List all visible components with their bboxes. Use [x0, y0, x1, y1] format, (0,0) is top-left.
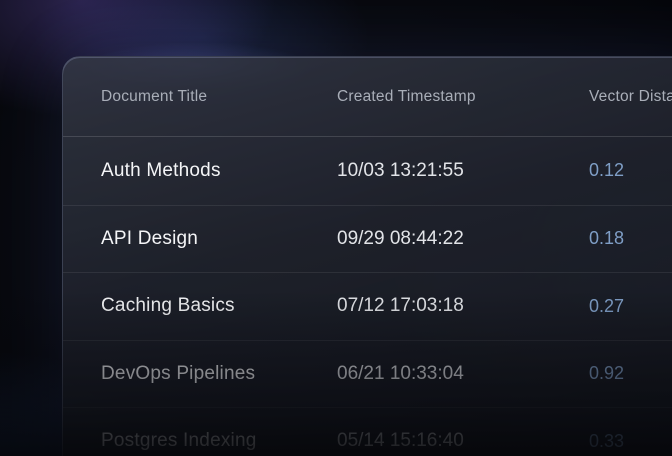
column-header-vector-distance: Vector Distance — [589, 88, 672, 106]
column-header-created-timestamp: Created Timestamp — [337, 88, 589, 106]
created-timestamp-cell: 06/21 10:33:04 — [337, 363, 589, 385]
documents-table-card: Document Title Created Timestamp Vector … — [62, 56, 672, 456]
document-title-cell: Auth Methods — [101, 160, 337, 182]
created-timestamp-cell: 07/12 17:03:18 — [337, 295, 589, 317]
vector-distance-cell: 0.92 — [589, 363, 672, 384]
document-title-cell: API Design — [101, 228, 337, 250]
table-row[interactable]: DevOps Pipelines 06/21 10:33:04 0.92 — [63, 340, 672, 408]
vector-distance-cell: 0.33 — [589, 431, 672, 452]
document-title-cell: Caching Basics — [101, 295, 337, 317]
table-row[interactable]: Caching Basics 07/12 17:03:18 0.27 — [63, 272, 672, 340]
table-row[interactable]: API Design 09/29 08:44:22 0.18 — [63, 205, 672, 273]
vector-distance-cell: 0.12 — [589, 160, 672, 181]
created-timestamp-cell: 05/14 15:16:40 — [337, 430, 589, 452]
document-title-cell: DevOps Pipelines — [101, 363, 337, 385]
table-row[interactable]: Postgres Indexing 05/14 15:16:40 0.33 — [63, 407, 672, 456]
vector-distance-cell: 0.27 — [589, 296, 672, 317]
column-header-document-title: Document Title — [101, 88, 337, 106]
created-timestamp-cell: 09/29 08:44:22 — [337, 228, 589, 250]
table-header-row: Document Title Created Timestamp Vector … — [63, 57, 672, 137]
vector-distance-cell: 0.18 — [589, 228, 672, 249]
document-title-cell: Postgres Indexing — [101, 430, 337, 452]
table-row[interactable]: Auth Methods 10/03 13:21:55 0.12 — [63, 137, 672, 205]
screen: Document Title Created Timestamp Vector … — [0, 0, 672, 456]
created-timestamp-cell: 10/03 13:21:55 — [337, 160, 589, 182]
